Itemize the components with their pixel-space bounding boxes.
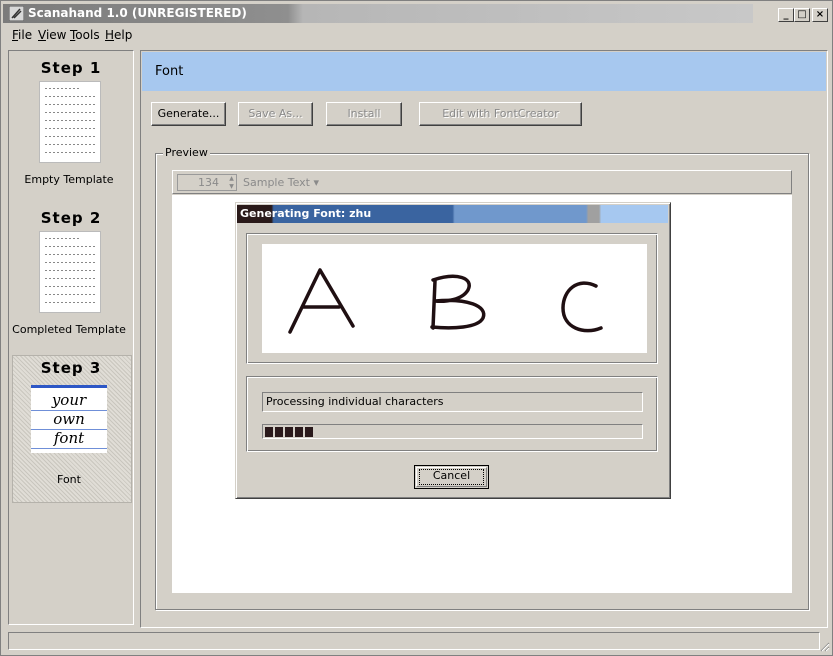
- glyph-B: [430, 274, 486, 330]
- title-bar[interactable]: Scanahand 1.0 (UNREGISTERED): [3, 4, 753, 23]
- progress-block: [295, 427, 303, 437]
- close-button[interactable]: ×: [812, 8, 828, 22]
- spin-up-icon[interactable]: ▲: [227, 175, 236, 182]
- dialog-title: Generating Font: zhu: [240, 207, 372, 220]
- progress-bar: [262, 424, 643, 439]
- thumb-word-font: font: [53, 429, 85, 447]
- cancel-button[interactable]: Cancel: [414, 465, 489, 489]
- window-title: Scanahand 1.0 (UNREGISTERED): [28, 6, 247, 20]
- thumb-word-own: own: [53, 410, 85, 428]
- menu-tools[interactable]: Tools: [70, 28, 100, 42]
- progress-frame: [246, 376, 658, 452]
- step-2-label: Completed Template: [12, 323, 126, 336]
- generate-button[interactable]: Generate...: [151, 102, 226, 126]
- cancel-label: Cancel: [432, 469, 471, 482]
- page-title: Font: [155, 64, 184, 79]
- menu-view[interactable]: View: [38, 28, 66, 42]
- progress-block: [265, 427, 273, 437]
- maximize-button[interactable]: □: [794, 8, 810, 22]
- font-thumbnail[interactable]: your own font: [31, 385, 107, 453]
- step-1-title: Step 1: [40, 59, 102, 77]
- progress-block: [285, 427, 293, 437]
- preview-group-label: Preview: [163, 146, 210, 159]
- edit-with-fontcreator-button[interactable]: Edit with FontCreator: [419, 102, 582, 126]
- font-size-value: 134: [198, 176, 219, 189]
- menu-help[interactable]: Help: [105, 28, 132, 42]
- thumb-word-your: your: [51, 391, 87, 409]
- dialog-title-bar[interactable]: Generating Font: zhu: [237, 205, 668, 223]
- header-band: [142, 52, 826, 91]
- spin-down-icon[interactable]: ▼: [227, 183, 236, 190]
- progress-block: [305, 427, 313, 437]
- handwritten-glyphs: A B C: [288, 268, 603, 334]
- sample-text-dropdown[interactable]: Sample Text ▾: [243, 176, 319, 189]
- glyph-A: [288, 268, 355, 334]
- status-text: Processing individual characters: [262, 392, 643, 412]
- font-size-spinner[interactable]: 134 ▲ ▼: [177, 174, 237, 191]
- app-icon: [9, 6, 24, 21]
- glyph-preview-canvas: A B C: [262, 244, 647, 353]
- menu-file[interactable]: File: [12, 28, 32, 42]
- install-button[interactable]: Install: [326, 102, 402, 126]
- minimize-button[interactable]: _: [778, 8, 794, 22]
- step-2-title: Step 2: [40, 209, 102, 227]
- glyph-C: [561, 281, 603, 333]
- progress-block: [275, 427, 283, 437]
- step-3[interactable]: Step 3: [11, 359, 131, 377]
- empty-template-thumbnail[interactable]: [39, 81, 101, 163]
- status-bar: [8, 632, 820, 650]
- resize-grip-icon[interactable]: [818, 640, 830, 652]
- save-as-button[interactable]: Save As...: [238, 102, 313, 126]
- steps-panel: Step 1 Empty Template Step 2 Completed T…: [8, 50, 134, 625]
- step-1[interactable]: Step 1: [11, 59, 131, 77]
- step-1-label: Empty Template: [24, 173, 114, 186]
- completed-template-thumbnail[interactable]: [39, 231, 101, 313]
- step-3-label: Font: [57, 473, 81, 486]
- step-2[interactable]: Step 2: [11, 209, 131, 227]
- step-3-title: Step 3: [40, 359, 102, 377]
